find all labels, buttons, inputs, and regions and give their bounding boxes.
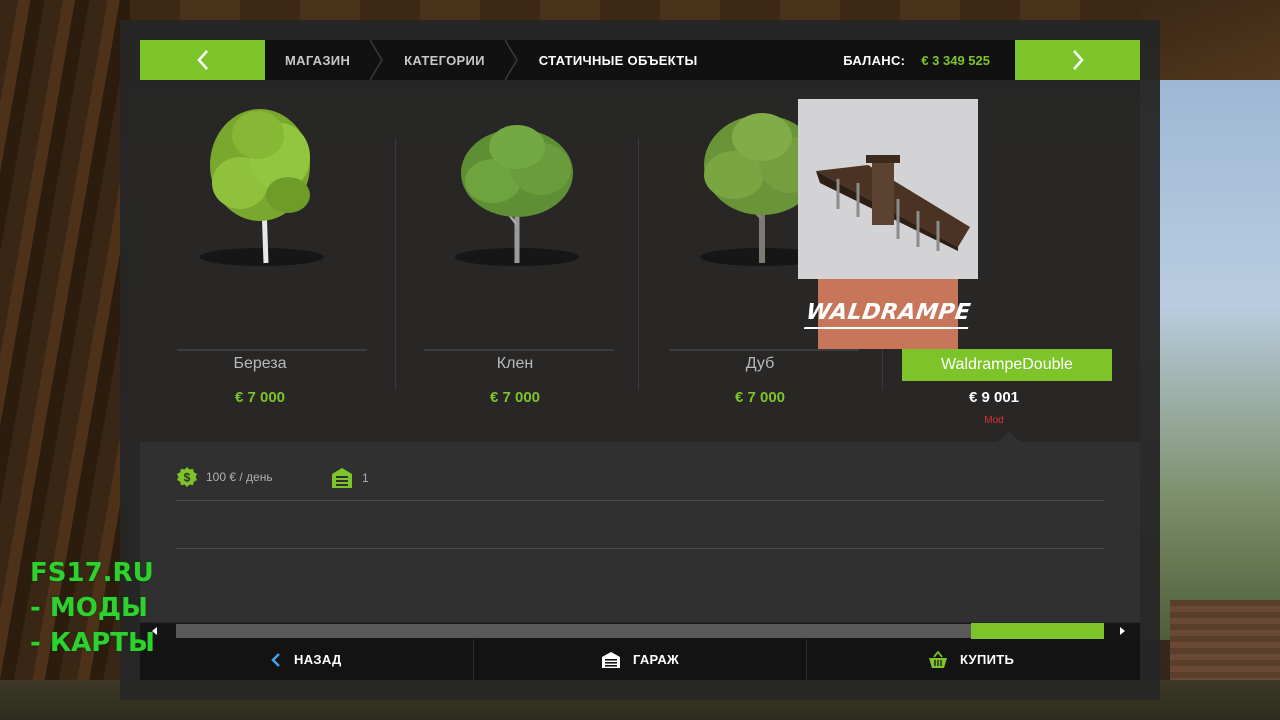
item-price: € 7 000	[234, 389, 286, 406]
buy-button-label: КУПИТЬ	[960, 652, 1015, 667]
item-price: € 7 000	[734, 389, 786, 406]
shop-item-maple[interactable]: Клен € 7 000	[405, 95, 625, 425]
item-separator	[669, 349, 859, 351]
maple-tree-icon	[455, 125, 579, 266]
item-name: Береза	[233, 355, 287, 372]
balance-value: € 3 349 525	[921, 52, 990, 68]
back-button[interactable]: НАЗАД	[270, 639, 342, 680]
item-price: € 7 000	[489, 389, 541, 406]
breadcrumb-static-objects: СТАТИЧНЫЕ ОБЪЕКТЫ	[538, 52, 698, 68]
chevron-right-icon	[1072, 50, 1084, 70]
shopping-basket-icon	[929, 650, 947, 668]
garage-icon	[332, 468, 352, 488]
chevron-left-icon	[271, 652, 280, 667]
previous-category-button[interactable]	[140, 40, 265, 80]
next-category-button[interactable]	[1015, 40, 1140, 80]
count-stat: 1	[330, 466, 369, 490]
garage-button[interactable]: ГАРАЖ	[601, 639, 679, 680]
details-divider	[176, 500, 1104, 501]
item-name: WaldrampeDouble	[902, 349, 1112, 381]
breadcrumb-categories[interactable]: КАТЕГОРИИ	[384, 40, 505, 80]
chevron-left-icon	[196, 50, 208, 70]
shop-item-birch[interactable]: Береза € 7 000	[150, 95, 370, 425]
site-watermark: FS17.RU - МОДЫ - КАРТЫ	[30, 556, 155, 661]
upkeep-value: 100 € / день	[206, 470, 273, 484]
item-details-panel	[140, 442, 1140, 622]
breadcrumb: МАГАЗИН КАТЕГОРИИ СТАТИЧНЫЕ ОБЪЕКТЫ	[265, 40, 718, 80]
shop-item-waldrampe-double[interactable]: WaldrampeDouble € 9 001 Mod	[884, 95, 1112, 426]
breadcrumb-shop[interactable]: МАГАЗИН	[265, 40, 370, 80]
background-sky	[1140, 80, 1280, 640]
background-beam	[0, 0, 1280, 22]
bottom-divider	[473, 639, 474, 680]
scrollbar-track[interactable]	[176, 624, 1104, 638]
top-bar: МАГАЗИН КАТЕГОРИИ СТАТИЧНЫЕ ОБЪЕКТЫ БАЛА…	[140, 40, 1140, 80]
item-name: Дуб	[745, 355, 775, 372]
details-divider	[176, 548, 1104, 549]
item-name: Клен	[496, 355, 534, 372]
back-button-label: НАЗАД	[294, 652, 342, 667]
selection-pointer	[997, 432, 1021, 442]
svg-text:$: $	[184, 471, 191, 485]
watermark-line: - КАРТЫ	[30, 628, 155, 658]
garage-button-label: ГАРАЖ	[633, 652, 680, 667]
breadcrumb-separator-icon	[370, 40, 384, 80]
scrollbar-thumb[interactable]	[971, 623, 1104, 639]
watermark-line: FS17.RU	[30, 558, 154, 588]
item-separator	[424, 349, 614, 351]
column-divider	[638, 138, 639, 390]
watermark-line: - МОДЫ	[30, 593, 148, 623]
birch-tree-icon	[200, 109, 324, 266]
column-divider	[395, 138, 396, 390]
bottom-divider	[806, 639, 807, 680]
buy-button[interactable]: КУПИТЬ	[928, 639, 1014, 680]
breadcrumb-separator-icon	[504, 40, 518, 80]
upkeep-stat: $ 100 € / день	[176, 466, 273, 488]
balance: БАЛАНС: € 3 349 525	[843, 40, 990, 80]
scroll-right-icon[interactable]	[1116, 625, 1128, 637]
garage-icon	[602, 651, 620, 668]
count-value: 1	[362, 471, 369, 485]
mod-badge: Mod	[984, 415, 1004, 426]
item-price: € 9 001	[968, 389, 1020, 406]
item-separator	[177, 349, 367, 351]
money-icon: $	[177, 467, 197, 487]
balance-label: БАЛАНС:	[843, 52, 906, 68]
